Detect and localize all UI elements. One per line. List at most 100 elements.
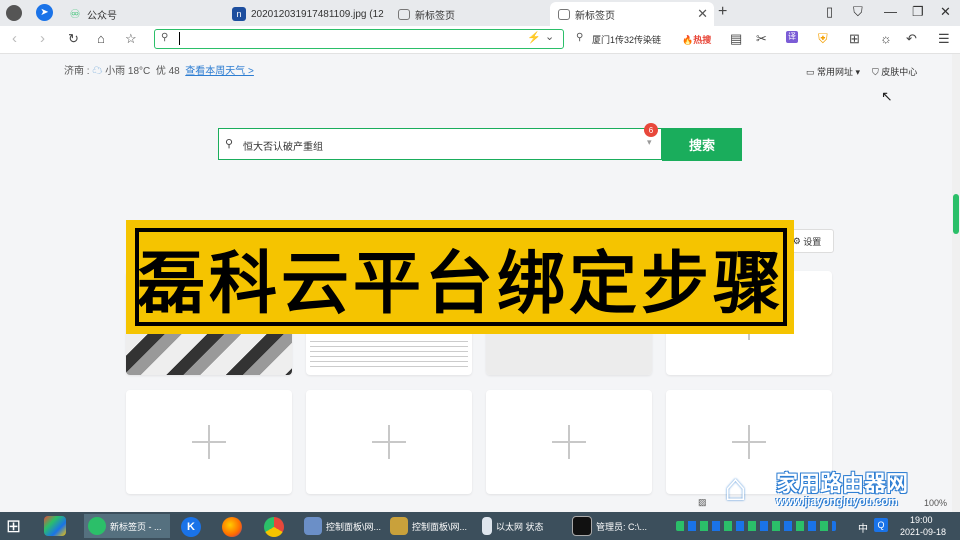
taskbar-item-browser[interactable]: 新标签页 - ...: [84, 514, 170, 538]
weather-city: 济南 :: [64, 66, 90, 77]
taskbar-item-ethernet[interactable]: 以太网 状态: [478, 514, 562, 538]
watermark-title: 家用路由器网: [776, 471, 909, 496]
window-icon: ▭: [806, 67, 815, 77]
toolbar-search[interactable]: ⚲ 厦门1传32传染链 🔥热搜: [570, 29, 720, 49]
tab-label: 公众号: [87, 10, 117, 22]
search-icon: ⚲: [225, 138, 234, 150]
search-icon: ⚲: [161, 32, 169, 43]
main-search-input[interactable]: 恒大否认破产重组: [243, 138, 323, 153]
scissors-icon[interactable]: ✂: [756, 31, 767, 47]
cortana-icon[interactable]: [44, 516, 66, 536]
cloud-icon: ☁: [92, 66, 103, 77]
common-sites-button[interactable]: ▭ 常用网址 ▾: [806, 65, 860, 78]
tab-label: 新标签页: [575, 10, 615, 22]
tab-label: 20201203191748110​9.jpg (12: [251, 8, 384, 20]
address-bar[interactable]: ⚲ ⚡ ⌄: [154, 29, 564, 49]
bolt-icon[interactable]: ⚡: [527, 31, 541, 44]
weather-week-link[interactable]: 查看本周天气 >: [185, 66, 254, 77]
scrollbar-thumb[interactable]: [953, 194, 959, 234]
clock-time[interactable]: 19:00: [910, 515, 933, 525]
watermark-url: www.jiayongluyou.com: [776, 496, 898, 508]
tab-newtab-1[interactable]: 新标签页: [390, 2, 550, 26]
taskbar-label: 以太网 状态: [496, 521, 544, 532]
image-icon[interactable]: ▨: [698, 497, 707, 508]
refresh-icon[interactable]: ↻: [68, 31, 79, 47]
weather-aqi: 优 48: [155, 66, 180, 77]
search-button[interactable]: 搜索: [662, 128, 742, 161]
speed-dial-tile-empty[interactable]: [306, 390, 472, 494]
tray-icons[interactable]: [676, 521, 836, 531]
tab-gongzhonghao[interactable]: ♾ 公众号: [60, 2, 220, 26]
watermark: ⌂ 家用路由器网 www.jiayongluyou.com: [724, 466, 954, 514]
send-icon[interactable]: ➤: [36, 4, 53, 21]
speed-dial-tile-empty[interactable]: [486, 390, 652, 494]
cmd-icon: [572, 516, 592, 536]
home-icon[interactable]: ⌂: [97, 31, 105, 46]
taskbar-label: 管理员: C:\...: [596, 521, 648, 532]
back-icon[interactable]: ‹: [12, 30, 17, 47]
shield-icon[interactable]: ⛨: [818, 31, 828, 47]
shirt-icon: ⛉: [872, 67, 879, 77]
search-hint: 厦门1传32传染链: [592, 35, 662, 45]
close-window-icon[interactable]: ✕: [940, 4, 951, 20]
forward-icon[interactable]: ›: [40, 30, 45, 47]
plus-icon: [372, 425, 406, 459]
toolbar: ‹ › ↻ ⌂ ☆ ⚲ ⚡ ⌄ ⚲ 厦门1传32传染链 🔥热搜 ▤ ✂ 译 ⛨ …: [0, 26, 960, 54]
tab-image[interactable]: n 20201203191748110​9.jpg (12: [224, 2, 390, 26]
notification-badge: 6: [644, 123, 658, 137]
doc-icon[interactable]: ▯: [826, 4, 833, 20]
minimize-icon[interactable]: —: [884, 4, 897, 19]
hot-badge[interactable]: 🔥热搜: [682, 33, 711, 46]
firefox-icon[interactable]: [222, 517, 242, 537]
avatar[interactable]: [6, 5, 22, 21]
tab-newtab-active[interactable]: 新标签页 ✕: [550, 2, 714, 26]
ime-indicator[interactable]: 中: [858, 520, 868, 535]
address-input[interactable]: [179, 32, 181, 45]
mouse-cursor-icon: ↖: [881, 88, 893, 104]
new-tab-button[interactable]: +: [718, 3, 727, 21]
star-icon[interactable]: ☆: [125, 31, 137, 47]
plus-icon: [192, 425, 226, 459]
taskbar-label: 控制面板\网...: [412, 521, 468, 532]
restore-icon[interactable]: ❐: [912, 4, 924, 20]
taskbar-label: 新标签页 - ...: [110, 521, 162, 532]
clock-date[interactable]: 2021-09-18: [900, 527, 946, 537]
hot-label: 热搜: [693, 35, 712, 45]
taskbar-label: 控制面板\网...: [326, 521, 382, 532]
weather-bar: 济南 : ☁ 小雨 18°C 优 48 查看本周天气 >: [64, 62, 254, 77]
taskbar-item-control-panel-1[interactable]: 控制面板\网...: [300, 514, 384, 538]
k-app-icon[interactable]: K: [181, 517, 201, 537]
scrollbar[interactable]: [952, 54, 960, 514]
tile-thumbnail: [310, 337, 468, 371]
taskbar-item-control-panel-2[interactable]: 控制面板\网...: [386, 514, 470, 538]
control-panel-icon: [304, 517, 322, 535]
plus-icon: [732, 425, 766, 459]
windows-start-icon[interactable]: ⊞: [6, 516, 21, 536]
settings-label: 设置: [803, 236, 822, 247]
banner-title: 磊科云平台绑定步骤: [137, 244, 786, 324]
house-wifi-icon: ⌂: [724, 467, 747, 509]
main-search-box[interactable]: ⚲ 恒大否认破产重组 ▾: [218, 128, 662, 160]
shirt-icon[interactable]: ⛉: [853, 4, 863, 20]
page-icon: [558, 8, 570, 20]
menu-icon[interactable]: ☰: [938, 31, 950, 47]
speed-dial-tile-empty[interactable]: [126, 390, 292, 494]
brightness-icon[interactable]: ☼: [880, 31, 892, 46]
chevron-down-icon[interactable]: ▾: [647, 137, 652, 148]
close-icon[interactable]: ✕: [697, 6, 708, 22]
search-icon: ⚲: [576, 32, 584, 43]
browser-icon: [88, 517, 106, 535]
store-icon[interactable]: ▤: [730, 31, 742, 47]
apps-icon[interactable]: ⊞: [849, 31, 860, 47]
wechat-icon: ♾: [69, 7, 81, 21]
skin-center-label: 皮肤中心: [881, 67, 918, 77]
chrome-icon[interactable]: [264, 517, 284, 537]
qq-icon[interactable]: Q: [874, 518, 888, 532]
taskbar-item-cmd[interactable]: 管理员: C:\...: [568, 514, 654, 538]
chevron-down-icon[interactable]: ⌄: [545, 30, 554, 43]
ethernet-icon: [482, 517, 492, 535]
translate-icon[interactable]: 译: [786, 31, 798, 43]
undo-icon[interactable]: ↶: [906, 31, 917, 47]
image-tab-icon: n: [232, 7, 246, 21]
skin-center-button[interactable]: ⛉ 皮肤中心: [872, 65, 917, 78]
